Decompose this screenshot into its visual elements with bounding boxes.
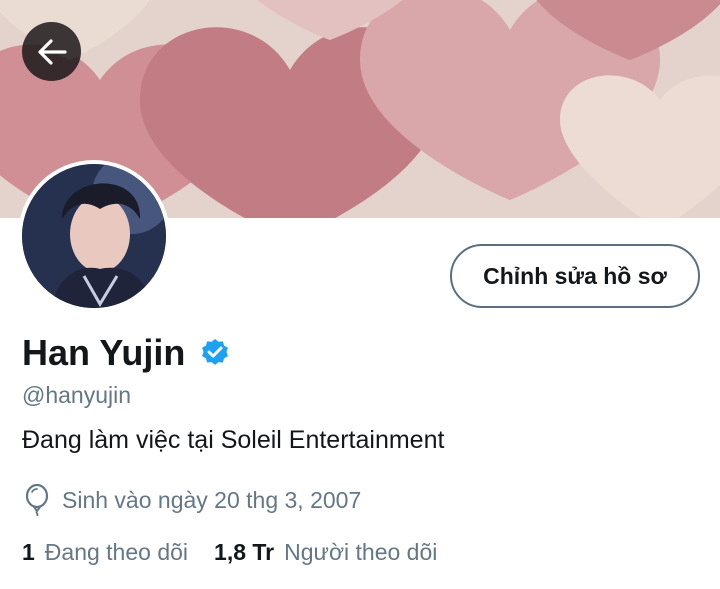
birth-date-text: Sinh vào ngày 20 thg 3, 2007	[62, 486, 362, 513]
birth-date-row: Sinh vào ngày 20 thg 3, 2007	[22, 484, 361, 516]
arrow-left-icon	[37, 38, 67, 65]
edit-profile-button[interactable]: Chỉnh sửa hồ sơ	[450, 244, 700, 308]
follow-stats: 1 Đang theo dõi 1,8 Tr Người theo dõi	[22, 539, 437, 566]
avatar[interactable]	[18, 160, 170, 312]
following-count: 1	[22, 539, 35, 565]
followers-link[interactable]: 1,8 Tr Người theo dõi	[214, 539, 437, 566]
display-name: Han Yujin	[22, 332, 186, 373]
following-label: Đang theo dõi	[44, 539, 189, 565]
profile-bio: Đang làm việc tại Soleil Entertainment	[22, 426, 445, 454]
verified-badge-icon	[202, 339, 229, 365]
avatar-photo	[22, 164, 166, 308]
balloon-icon	[25, 484, 49, 516]
profile-name-row: Han Yujin	[22, 332, 231, 374]
following-link[interactable]: 1 Đang theo dõi	[22, 539, 188, 566]
followers-label: Người theo dõi	[284, 539, 438, 565]
username-handle: @hanyujin	[22, 382, 132, 408]
followers-count: 1,8 Tr	[214, 539, 275, 565]
back-button[interactable]	[22, 22, 81, 81]
